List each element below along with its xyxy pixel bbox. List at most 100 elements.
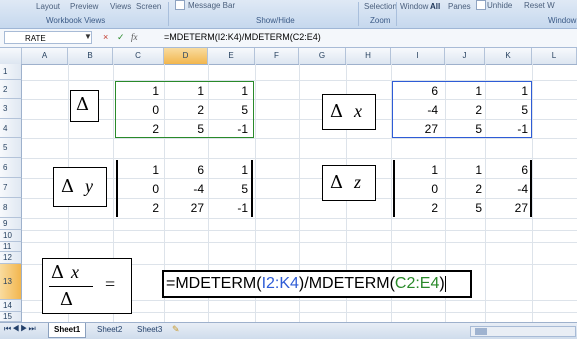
- row-header-14[interactable]: 14: [0, 300, 22, 312]
- matrix-delta-y-cell[interactable]: -4: [170, 182, 204, 196]
- column-header-b[interactable]: B: [68, 48, 113, 64]
- horizontal-scrollbar[interactable]: [470, 326, 576, 337]
- column-header-a[interactable]: A: [22, 48, 68, 64]
- matrix-delta-z-cell[interactable]: 5: [448, 201, 482, 215]
- matrix-delta-cell[interactable]: 2: [125, 122, 159, 136]
- column-header-e[interactable]: E: [208, 48, 255, 64]
- ribbon-separator: [168, 2, 169, 26]
- sheet-navigation-icon[interactable]: ⏮◀▶⏭: [4, 324, 37, 334]
- matrix-delta-y-cell[interactable]: 27: [170, 201, 204, 215]
- matrix-delta-cell[interactable]: 5: [210, 103, 248, 117]
- insert-function-icon[interactable]: fx: [131, 31, 138, 44]
- cell-formula-text[interactable]: =MDETERM(I2:K4)/MDETERM(C2:E4): [166, 274, 446, 294]
- column-header-l[interactable]: L: [532, 48, 577, 64]
- row-header-10[interactable]: 10: [0, 230, 22, 242]
- matrix-delta-z-cell[interactable]: 1: [404, 163, 438, 177]
- matrix-delta-z-cell[interactable]: 2: [448, 182, 482, 196]
- column-header-g[interactable]: G: [299, 48, 346, 64]
- tab-sheet2[interactable]: Sheet2: [92, 323, 127, 337]
- matrix-delta-cell[interactable]: -1: [210, 122, 248, 136]
- sheet-tab-bar: ⏮◀▶⏭ Sheet1 Sheet2 Sheet3 ✎: [0, 322, 577, 339]
- message-bar-checkbox[interactable]: [175, 0, 185, 10]
- column-header-c[interactable]: C: [113, 48, 164, 64]
- matrix-delta-z-cell[interactable]: -4: [490, 182, 528, 196]
- select-all-corner[interactable]: [0, 48, 22, 64]
- matrix-delta-cell[interactable]: 5: [170, 122, 204, 136]
- row-header-12[interactable]: 12: [0, 252, 22, 264]
- matrix-delta-cell[interactable]: 1: [170, 84, 204, 98]
- formula-input[interactable]: =MDETERM(I2:K4)/MDETERM(C2:E4): [164, 31, 574, 44]
- group-window: Window: [548, 16, 577, 25]
- column-header-j[interactable]: J: [445, 48, 485, 64]
- arrange-all-button[interactable]: All: [430, 2, 440, 11]
- delta-symbol: Δ: [60, 289, 73, 310]
- unhide-checkbox[interactable]: [476, 0, 486, 10]
- row-header-5[interactable]: 5: [0, 138, 22, 158]
- matrix-delta-y-cell[interactable]: 1: [210, 163, 248, 177]
- matrix-delta-z-cell[interactable]: 2: [404, 201, 438, 215]
- row-header-15[interactable]: 15: [0, 312, 22, 322]
- fraction-label-box: Δ x Δ =: [42, 258, 132, 314]
- matrix-delta-x-cell[interactable]: 2: [448, 103, 482, 117]
- new-window-button[interactable]: Window: [400, 2, 428, 11]
- matrix-delta-z-cell[interactable]: 27: [490, 201, 528, 215]
- matrix-delta-x-cell[interactable]: -1: [490, 122, 528, 136]
- matrix-delta-cell[interactable]: 2: [170, 103, 204, 117]
- matrix-delta-x-cell[interactable]: 27: [404, 122, 438, 136]
- unhide-button[interactable]: Unhide: [487, 1, 512, 10]
- column-header-i[interactable]: I: [391, 48, 445, 64]
- matrix-delta-y-cell[interactable]: 2: [125, 201, 159, 215]
- matrix-delta-x-cell[interactable]: -4: [404, 103, 438, 117]
- views-button[interactable]: Views: [110, 2, 131, 11]
- layout-button[interactable]: Layout: [36, 2, 60, 11]
- column-header-h[interactable]: H: [346, 48, 391, 64]
- gridline: [22, 138, 577, 139]
- matrix-delta-y-cell[interactable]: 0: [125, 182, 159, 196]
- matrix-delta-cell[interactable]: 1: [125, 84, 159, 98]
- name-box[interactable]: RATE: [4, 31, 92, 44]
- matrix-delta-x-cell[interactable]: 5: [448, 122, 482, 136]
- delta-symbol: Δ: [76, 94, 89, 115]
- row-header-11[interactable]: 11: [0, 242, 22, 252]
- freeze-panes-button[interactable]: Panes: [448, 2, 471, 11]
- matrix-delta-cell[interactable]: 1: [210, 84, 248, 98]
- matrix-delta-x-cell[interactable]: 1: [490, 84, 528, 98]
- name-box-dropdown-icon[interactable]: ▼: [84, 32, 92, 41]
- column-header-d[interactable]: D: [164, 48, 208, 64]
- row-header-7[interactable]: 7: [0, 178, 22, 198]
- zoom-selection-button[interactable]: Selection: [364, 2, 397, 11]
- ribbon: Layout Preview Views Screen Workbook Vie…: [0, 0, 577, 29]
- matrix-delta-y-cell[interactable]: 1: [125, 163, 159, 177]
- row-header-3[interactable]: 3: [0, 99, 22, 119]
- enter-icon[interactable]: ✓: [117, 31, 125, 44]
- delta-x-label-box: Δ x: [322, 94, 376, 130]
- matrix-delta-z-cell[interactable]: 1: [448, 163, 482, 177]
- matrix-delta-y-cell[interactable]: 5: [210, 182, 248, 196]
- matrix-delta-y-cell[interactable]: -1: [210, 201, 248, 215]
- insert-sheet-icon[interactable]: ✎: [172, 324, 180, 335]
- column-header-f[interactable]: F: [255, 48, 299, 64]
- reset-window-button[interactable]: Reset W: [524, 1, 555, 10]
- row-header-13[interactable]: 13: [0, 264, 22, 300]
- row-header-9[interactable]: 9: [0, 218, 22, 230]
- matrix-delta-x-cell[interactable]: 5: [490, 103, 528, 117]
- matrix-delta-z-cell[interactable]: 6: [490, 163, 528, 177]
- row-header-4[interactable]: 4: [0, 119, 22, 138]
- matrix-delta-x-cell[interactable]: 6: [404, 84, 438, 98]
- screen-button[interactable]: Screen: [136, 2, 161, 11]
- matrix-delta-y-cell[interactable]: 6: [170, 163, 204, 177]
- matrix-delta-z-cell[interactable]: 0: [404, 182, 438, 196]
- preview-button[interactable]: Preview: [70, 2, 98, 11]
- column-header-k[interactable]: K: [485, 48, 532, 64]
- matrix-delta-x-cell[interactable]: 1: [448, 84, 482, 98]
- row-header-1[interactable]: 1: [0, 64, 22, 80]
- row-header-2[interactable]: 2: [0, 80, 22, 99]
- row-header-6[interactable]: 6: [0, 158, 22, 178]
- tab-sheet3[interactable]: Sheet3: [132, 323, 167, 337]
- tab-sheet1[interactable]: Sheet1: [48, 323, 87, 338]
- matrix-delta-cell[interactable]: 0: [125, 103, 159, 117]
- scrollbar-thumb[interactable]: [475, 328, 487, 335]
- cancel-icon[interactable]: ×: [103, 31, 108, 44]
- gridline: [532, 64, 533, 322]
- row-header-8[interactable]: 8: [0, 198, 22, 218]
